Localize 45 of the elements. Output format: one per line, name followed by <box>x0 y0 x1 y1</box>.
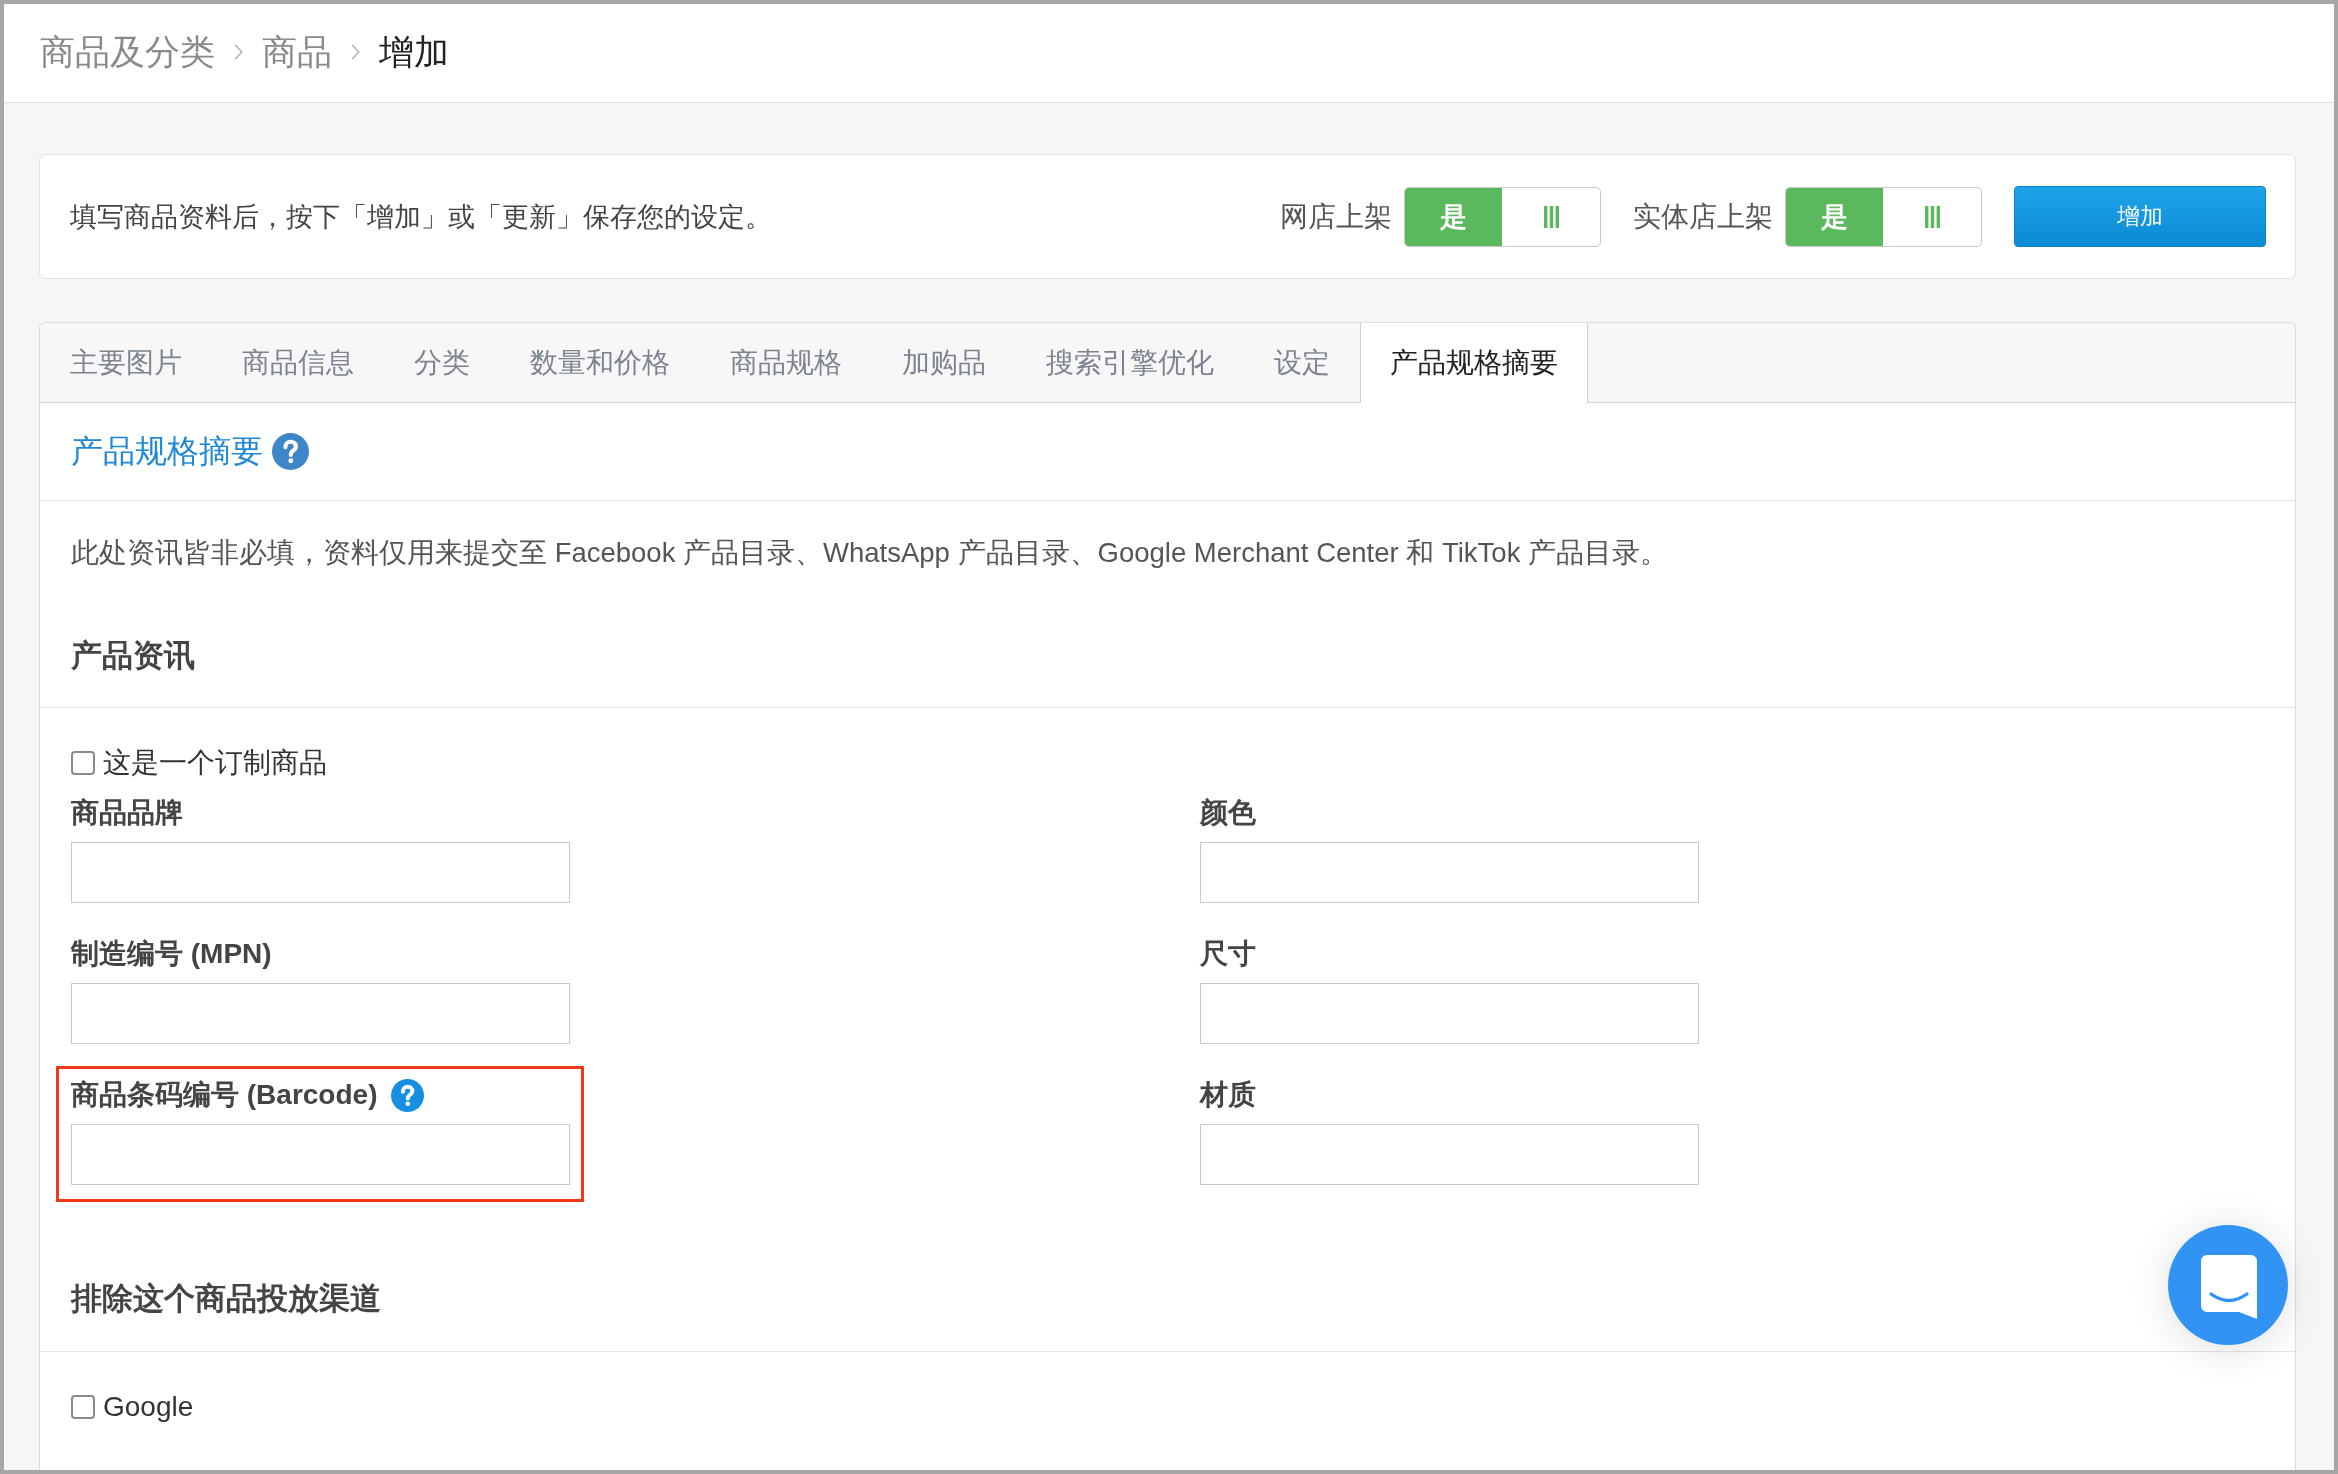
tab[interactable]: 数量和价格 <box>500 323 700 403</box>
field-label: 商品品牌 <box>71 796 183 830</box>
section-heading: 产品资讯 <box>71 637 195 675</box>
help-icon[interactable] <box>272 433 309 470</box>
text-input[interactable] <box>71 842 570 903</box>
tab[interactable]: 设定 <box>1244 323 1360 403</box>
tab[interactable]: 加购品 <box>872 323 1016 403</box>
text-input[interactable] <box>71 1124 570 1185</box>
field-label: 制造编号 (MPN) <box>71 937 272 971</box>
checkbox[interactable] <box>71 1395 95 1419</box>
grip-icon <box>1543 205 1559 228</box>
tab[interactable]: 分类 <box>384 323 500 403</box>
description-text: 此处资讯皆非必填，资料仅用来提交至 Facebook 产品目录、WhatsApp 产品目录、Google Merchant Center 和 TikTok 产品目录。 <box>71 536 1669 570</box>
chevron-right-icon <box>233 43 244 61</box>
tab[interactable]: 搜索引擎优化 <box>1016 323 1244 403</box>
tab[interactable]: 产品规格摘要 <box>1360 323 1588 403</box>
tab[interactable]: 商品规格 <box>700 323 872 403</box>
tab[interactable]: 商品信息 <box>212 323 384 403</box>
field-label: 颜色 <box>1200 796 1256 830</box>
text-input[interactable] <box>1200 1124 1699 1185</box>
field-label: 商品条码编号 (Barcode) <box>71 1078 378 1112</box>
checkbox[interactable] <box>71 751 95 775</box>
checkbox-label[interactable]: Google <box>103 1391 194 1423</box>
chat-bubble-icon <box>2201 1255 2257 1319</box>
add-button[interactable]: 增加 <box>2014 186 2266 247</box>
tab[interactable]: 主要图片 <box>40 323 212 403</box>
instruction-text: 填写商品资料后，按下「增加」或「更新」保存您的设定。 <box>70 200 772 234</box>
checkbox-label[interactable]: 这是一个订制商品 <box>103 744 327 782</box>
toggle-label: 网店上架 <box>1280 199 1392 234</box>
breadcrumb-link[interactable]: 商品及分类 <box>40 28 215 76</box>
section-heading: 排除这个商品投放渠道 <box>71 1280 381 1318</box>
field-label: 材质 <box>1200 1078 1256 1112</box>
field-label: 尺寸 <box>1200 937 1256 971</box>
text-input[interactable] <box>1200 842 1699 903</box>
toggle-label: 实体店上架 <box>1633 199 1773 234</box>
text-input[interactable] <box>71 983 570 1044</box>
chevron-right-icon <box>350 43 361 61</box>
toggle-switch[interactable]: 是 <box>1785 186 1982 247</box>
grip-icon <box>1924 205 1940 228</box>
help-icon[interactable] <box>391 1078 425 1112</box>
breadcrumb-current: 增加 <box>379 30 449 73</box>
breadcrumb-link[interactable]: 商品 <box>262 28 332 76</box>
section-title: 产品规格摘要 <box>71 431 263 471</box>
toggle-switch[interactable]: 是 <box>1404 186 1601 247</box>
text-input[interactable] <box>1200 983 1699 1044</box>
